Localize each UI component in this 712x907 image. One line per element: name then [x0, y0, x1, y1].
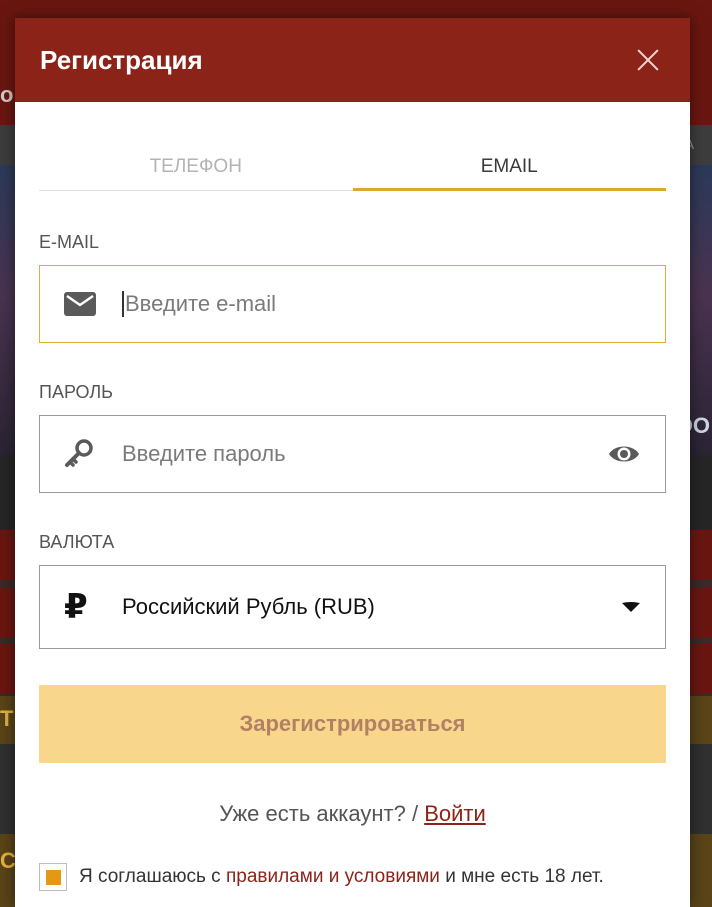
- terms-prefix: Я соглашаюсь с: [79, 866, 221, 887]
- login-link[interactable]: Войти: [424, 801, 486, 826]
- modal-title: Регистрация: [40, 44, 203, 75]
- registration-tabs: ТЕЛЕФОН EMAIL: [39, 150, 666, 191]
- envelope-icon: [64, 292, 100, 316]
- password-input[interactable]: [122, 434, 607, 474]
- background-logo-fragment: о: [0, 82, 14, 107]
- background-bottom-fragment: С: [0, 848, 16, 873]
- modal-body: ТЕЛЕФОН EMAIL E-MAIL ПАРОЛЬ: [15, 150, 690, 891]
- eye-icon[interactable]: [607, 442, 641, 466]
- register-button[interactable]: Зарегистрироваться: [39, 685, 666, 763]
- currency-selected-value: Российский Рубль (RUB): [122, 594, 375, 619]
- checkbox-checked-mark: [45, 869, 61, 885]
- terms-agreement: Я соглашаюсь с правилами и условиями и м…: [39, 863, 666, 891]
- currency-select[interactable]: ₽ Российский Рубль (RUB): [39, 565, 666, 649]
- terms-link[interactable]: правилами и условиями: [226, 866, 440, 888]
- ruble-icon: ₽: [64, 588, 88, 626]
- email-input-box: [39, 265, 666, 343]
- currency-label: ВАЛЮТА: [39, 532, 115, 552]
- terms-checkbox[interactable]: [39, 863, 67, 891]
- caret-down-icon: [621, 601, 641, 613]
- login-prompt-text: Уже есть аккаунт? /: [219, 801, 419, 826]
- registration-modal: Регистрация ТЕЛЕФОН EMAIL E-MAIL ПАРОЛЬ: [15, 18, 690, 907]
- email-input[interactable]: [122, 291, 641, 317]
- login-prompt: Уже есть аккаунт? / Войти: [39, 801, 666, 827]
- password-input-box: [39, 415, 666, 493]
- tab-phone[interactable]: ТЕЛЕФОН: [39, 150, 353, 190]
- password-label: ПАРОЛЬ: [39, 382, 113, 402]
- terms-suffix: и мне есть 18 лет.: [445, 866, 604, 887]
- tab-email[interactable]: EMAIL: [352, 150, 666, 191]
- email-label: E-MAIL: [39, 232, 100, 252]
- close-icon[interactable]: [634, 46, 662, 74]
- key-icon: [64, 439, 100, 469]
- modal-header: Регистрация: [15, 18, 690, 102]
